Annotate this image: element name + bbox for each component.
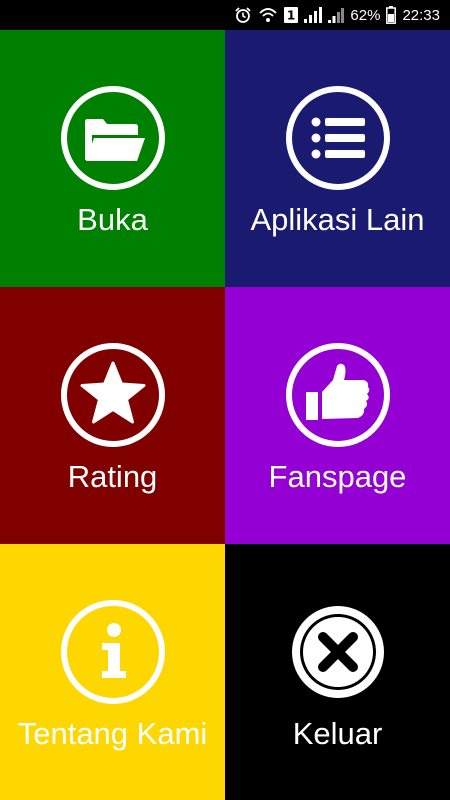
main-menu-grid: Buka Aplikasi Lain Rating Fanspage Tenta…	[0, 30, 450, 800]
info-icon	[60, 599, 166, 705]
tile-rating[interactable]: Rating	[0, 287, 225, 544]
signal-icon	[304, 7, 323, 23]
star-icon	[60, 342, 166, 448]
sim-badge-icon: 1	[284, 7, 299, 23]
battery-icon	[386, 6, 397, 24]
tile-label: Tentang Kami	[17, 716, 208, 751]
thumbs-up-icon	[285, 342, 391, 448]
list-icon	[285, 85, 391, 191]
tile-tentang-kami[interactable]: Tentang Kami	[0, 544, 225, 800]
tile-keluar[interactable]: Keluar	[225, 544, 450, 800]
tile-label: Fanspage	[268, 459, 407, 494]
tile-label: Rating	[67, 459, 158, 494]
battery-percent: 62%	[350, 6, 381, 24]
wifi-icon	[258, 6, 278, 24]
tile-label: Keluar	[292, 716, 383, 751]
tile-label: Aplikasi Lain	[250, 202, 425, 237]
signal-icon-2	[328, 7, 345, 23]
tile-buka[interactable]: Buka	[0, 30, 225, 287]
sim-badge-label: 1	[287, 9, 295, 23]
tile-aplikasi-lain[interactable]: Aplikasi Lain	[225, 30, 450, 287]
alarm-icon	[234, 6, 252, 24]
status-bar: 1 62% 22:33	[0, 0, 450, 30]
tile-fanspage[interactable]: Fanspage	[225, 287, 450, 544]
tile-label: Buka	[77, 202, 148, 237]
clock: 22:33	[402, 6, 440, 24]
close-icon	[285, 599, 391, 705]
folder-icon	[60, 85, 166, 191]
